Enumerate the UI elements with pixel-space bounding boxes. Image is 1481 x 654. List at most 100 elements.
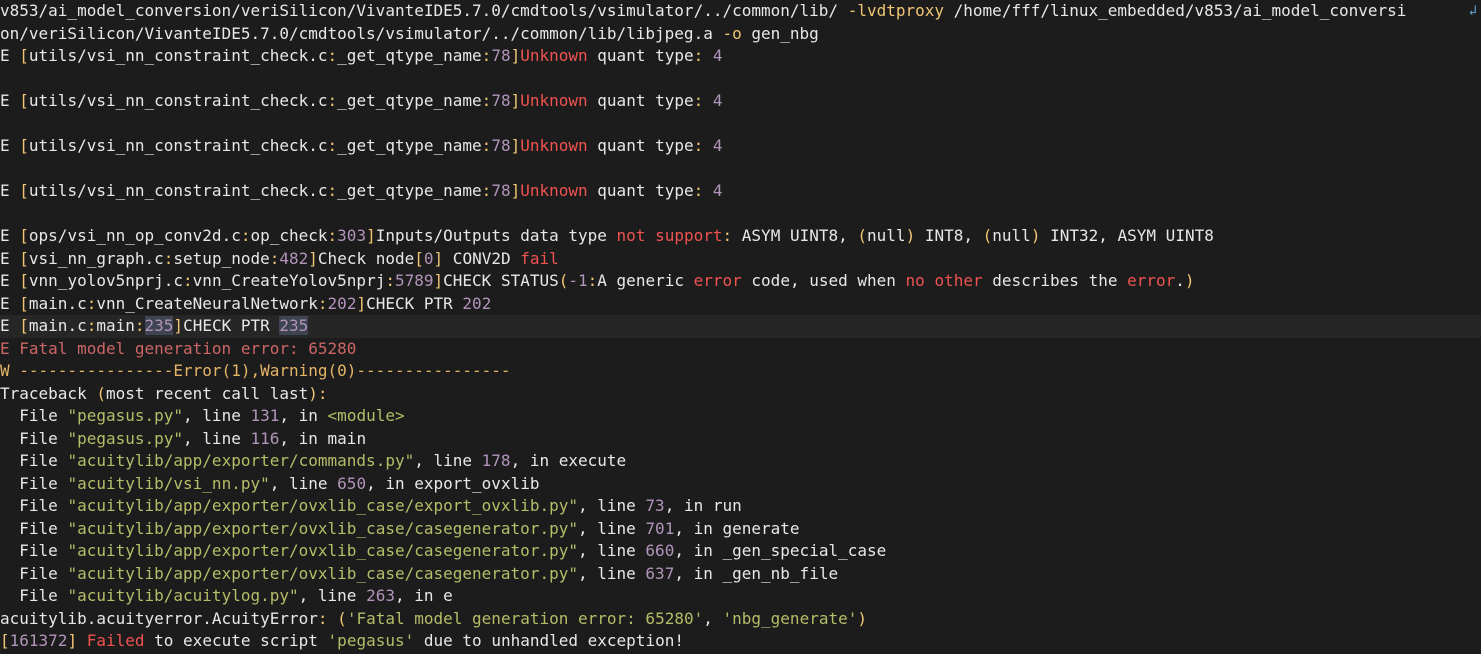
terminal-text-segment: -lvdtproxy	[847, 1, 945, 20]
terminal-text-segment: :	[693, 181, 704, 200]
terminal-text-segment: E	[0, 91, 20, 110]
terminal-text-segment: utils/vsi_nn_constraint_check.c	[28, 181, 328, 200]
terminal-line: W ----------------Error(1),Warning(0)---…	[0, 360, 1481, 383]
terminal-text-segment: 4	[712, 136, 723, 155]
terminal-text-segment: "pegasus.py"	[67, 428, 184, 448]
terminal-text-segment: ASYM UINT8,	[732, 226, 858, 245]
terminal-line: E [utils/vsi_nn_constraint_check.c:_get_…	[0, 90, 1481, 113]
terminal-text-segment: :	[693, 91, 704, 110]
terminal-line: File "acuitylib/vsi_nn.py", line 650, in…	[0, 473, 1481, 496]
terminal-line: E [utils/vsi_nn_constraint_check.c:_get_…	[0, 180, 1481, 203]
terminal-line: E [ops/vsi_nn_op_conv2d.c:op_check:303]I…	[0, 225, 1481, 248]
terminal-text-segment: [	[0, 631, 10, 650]
terminal-text-segment: 161372	[9, 631, 68, 650]
terminal-text-segment: )	[1184, 271, 1195, 290]
terminal-text-segment: 0	[423, 248, 434, 268]
terminal-text-segment: op_check	[250, 226, 328, 245]
terminal-text-segment: :	[317, 293, 328, 313]
terminal-text-segment: "acuitylib/acuitylog.py"	[67, 586, 299, 605]
terminal-text-segment: 4	[712, 181, 723, 200]
terminal-text-segment: utils/vsi_nn_constraint_check.c	[28, 91, 328, 110]
terminal-text-segment: A generic	[597, 271, 694, 290]
terminal-text-segment: ]	[433, 248, 444, 268]
terminal-text-segment: CONV2D	[443, 248, 521, 268]
terminal-text-segment: ]	[510, 91, 521, 110]
terminal-line: E [main.c:vnn_CreateNeuralNetwork:202]CH…	[0, 293, 1481, 316]
terminal-text-segment: ops/vsi_nn_op_conv2d.c	[28, 226, 241, 245]
terminal-text-segment: 482	[279, 248, 309, 268]
terminal-text-segment: File	[0, 541, 68, 560]
terminal-text-segment: acuitylib.acuityerror.AcuityError	[0, 608, 318, 628]
terminal-text-segment: (	[96, 383, 106, 403]
terminal-text-segment: "acuitylib/app/exporter/ovxlib_case/case…	[67, 518, 578, 538]
terminal-text-segment: 78	[491, 136, 511, 155]
terminal-text-segment: [	[19, 271, 29, 290]
terminal-text-segment: ]	[510, 181, 521, 200]
terminal-text-segment: )	[857, 608, 867, 628]
terminal-text-segment: , in execute	[510, 451, 627, 470]
terminal-text-segment: )	[308, 383, 318, 403]
terminal-text-segment: E	[0, 226, 20, 245]
terminal-text-segment: , line	[269, 473, 338, 493]
terminal-text-segment: [	[19, 91, 29, 110]
terminal-text-segment: 202	[462, 293, 492, 313]
terminal-text-segment: ]	[67, 631, 78, 650]
terminal-text-segment: , line	[183, 428, 251, 448]
terminal-text-segment: , in export_ovxlib	[366, 473, 540, 493]
terminal-text-segment: 235	[279, 316, 309, 335]
terminal-text-segment: 202	[327, 293, 357, 313]
terminal-text-segment: most recent call last	[105, 383, 309, 403]
terminal-text-segment: E	[0, 271, 20, 290]
terminal-text-segment: [	[19, 226, 29, 245]
terminal-text-segment: INT8,	[915, 226, 983, 245]
terminal-text-segment: :	[693, 46, 704, 65]
terminal-text-segment: :	[693, 136, 704, 155]
terminal-text-segment: main.c	[28, 316, 87, 335]
terminal-text-segment: , line	[298, 586, 367, 605]
terminal-text-segment: :	[327, 226, 338, 245]
terminal-text-segment: File	[0, 451, 68, 470]
terminal-text-segment: 660	[645, 541, 675, 560]
terminal-text-segment: 178	[481, 451, 511, 470]
terminal-line: E [vsi_nn_graph.c:setup_node:482]Check n…	[0, 248, 1481, 271]
line-wrap-icon: ↲	[1468, 3, 1477, 19]
terminal-text-segment: gen_nbg	[741, 23, 819, 43]
terminal-text-segment: v853/ai_model_conversion/veriSilicon/Viv…	[0, 1, 848, 20]
terminal-text-segment: 235	[144, 316, 174, 335]
terminal-line: File "acuitylib/acuitylog.py", line 263,…	[0, 585, 1481, 608]
terminal-line: File "acuitylib/app/exporter/ovxlib_case…	[0, 563, 1481, 586]
terminal-text-segment: 78	[491, 91, 511, 110]
terminal-text-segment: (	[982, 226, 993, 245]
terminal-text-segment: :	[481, 46, 492, 65]
terminal-text-segment: , in run	[664, 496, 742, 515]
terminal-text-segment: main	[96, 316, 135, 335]
terminal-text-segment: /home/fff/linux_embedded/v853/ai_model_c…	[944, 1, 1407, 20]
terminal-line: File "pegasus.py", line 131, in <module>	[0, 405, 1481, 428]
terminal-text-segment: (	[337, 608, 347, 628]
terminal-text-segment: on/veriSilicon/VivanteIDE5.7.0/cmdtools/…	[0, 23, 723, 43]
terminal-text-segment: quant type	[587, 181, 694, 200]
terminal-text-segment: quant type	[587, 136, 694, 155]
terminal-text-segment: 5789	[394, 271, 434, 290]
terminal-text-segment: :	[481, 136, 492, 155]
terminal-text-segment: 'pegasus'	[327, 631, 415, 650]
terminal-text-segment: (	[558, 271, 569, 290]
terminal-text-segment: E	[0, 293, 20, 313]
terminal-text-segment: quant type	[587, 91, 694, 110]
terminal-line: E [utils/vsi_nn_constraint_check.c:_get_…	[0, 45, 1481, 68]
terminal-text-segment: -1	[568, 271, 588, 290]
terminal-text-segment: :	[327, 181, 338, 200]
terminal-text-segment: not support	[616, 226, 723, 245]
terminal-text-segment: 4	[712, 46, 723, 65]
terminal-text-segment: :	[722, 226, 733, 245]
terminal-text-segment: _get_qtype_name	[337, 181, 482, 200]
terminal-output[interactable]: v853/ai_model_conversion/veriSilicon/Viv…	[0, 0, 1481, 654]
terminal-text-segment: ]	[510, 46, 521, 65]
terminal-text-segment: vnn_CreateYolov5nprj	[192, 271, 386, 290]
terminal-text-segment: , line	[577, 496, 646, 515]
terminal-text-segment: Check node	[317, 248, 415, 268]
terminal-text-segment: File	[0, 563, 68, 583]
terminal-text-segment: [	[19, 316, 29, 335]
